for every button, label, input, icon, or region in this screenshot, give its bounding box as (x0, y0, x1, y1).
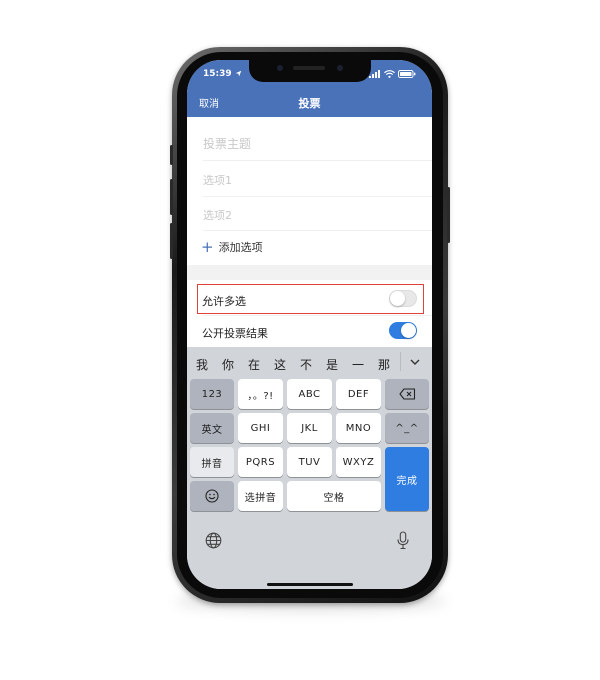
phone-screen: 15:39 取消 投票 投票主题 选项1 选项2 + 添加选项 允许多选 公开投… (187, 60, 432, 589)
volume-down-button (170, 223, 173, 259)
wifi-icon (384, 69, 395, 78)
key-ghi[interactable]: GHI (238, 413, 283, 443)
emoji-icon (205, 489, 219, 503)
candidate-word[interactable]: 这 (274, 356, 286, 373)
power-button (447, 187, 450, 243)
status-time: 15:39 (203, 69, 242, 79)
microphone-icon[interactable] (397, 531, 409, 550)
key-select-pinyin[interactable]: 选拼音 (238, 481, 283, 511)
public-results-toggle[interactable] (389, 322, 417, 339)
key-emoticon[interactable]: ^_^ (385, 413, 429, 443)
divider (203, 196, 432, 197)
key-punctuation[interactable]: ，。?! (238, 379, 283, 409)
location-arrow-icon (235, 70, 242, 77)
option2-input[interactable]: 选项2 (203, 207, 232, 223)
candidate-divider (400, 352, 401, 371)
candidate-word[interactable]: 我 (196, 356, 208, 373)
add-option-label: 添加选项 (218, 241, 263, 254)
key-def[interactable]: DEF (336, 379, 381, 409)
home-indicator[interactable] (267, 583, 353, 586)
page-title: 投票 (298, 97, 321, 110)
phone-frame: 15:39 取消 投票 投票主题 选项1 选项2 + 添加选项 允许多选 公开投… (170, 47, 450, 603)
key-mno[interactable]: MNO (336, 413, 381, 443)
candidate-word[interactable]: 那 (378, 356, 390, 373)
topic-input[interactable]: 投票主题 (203, 135, 251, 152)
plus-icon: + (201, 237, 214, 256)
globe-icon[interactable] (205, 532, 222, 549)
signal-icon (369, 69, 380, 78)
volume-up-button (170, 179, 173, 215)
key-jkl[interactable]: JKL (287, 413, 332, 443)
mute-switch (170, 145, 173, 165)
candidate-word[interactable]: 不 (300, 356, 312, 373)
key-abc[interactable]: ABC (287, 379, 332, 409)
done-button[interactable]: 完成 (385, 447, 429, 511)
battery-icon (398, 69, 416, 78)
notch (249, 60, 371, 82)
section-gap (187, 265, 432, 280)
emoji-key[interactable] (190, 481, 234, 511)
divider (203, 160, 432, 161)
key-pqrs[interactable]: PQRS (238, 447, 283, 477)
candidate-word[interactable]: 你 (222, 356, 234, 373)
candidate-word[interactable]: 在 (248, 356, 260, 373)
candidate-bar: 我 你 在 这 不 是 一 那 (187, 347, 432, 377)
key-123[interactable]: 123 (190, 379, 234, 409)
space-key[interactable]: 空格 (287, 481, 381, 511)
candidate-word[interactable]: 一 (352, 356, 364, 373)
backspace-icon (398, 388, 415, 400)
backspace-key[interactable] (385, 379, 429, 409)
option1-input[interactable]: 选项1 (203, 172, 232, 188)
key-tuv[interactable]: TUV (287, 447, 332, 477)
highlight-box (197, 284, 424, 314)
public-results-label: 公开投票结果 (202, 327, 268, 340)
divider (203, 230, 432, 231)
key-pinyin[interactable]: 拼音 (190, 447, 234, 477)
key-english[interactable]: 英文 (190, 413, 234, 443)
keyboard: 我 你 在 这 不 是 一 那 123 ，。?! ABC DEF 英文 GHI … (187, 347, 432, 589)
chevron-down-icon[interactable] (409, 356, 421, 368)
add-option-button[interactable]: + 添加选项 (201, 239, 263, 255)
status-icons (369, 69, 416, 78)
public-results-row: 公开投票结果 (187, 316, 432, 346)
candidate-word[interactable]: 是 (326, 356, 338, 373)
key-wxyz[interactable]: WXYZ (336, 447, 381, 477)
